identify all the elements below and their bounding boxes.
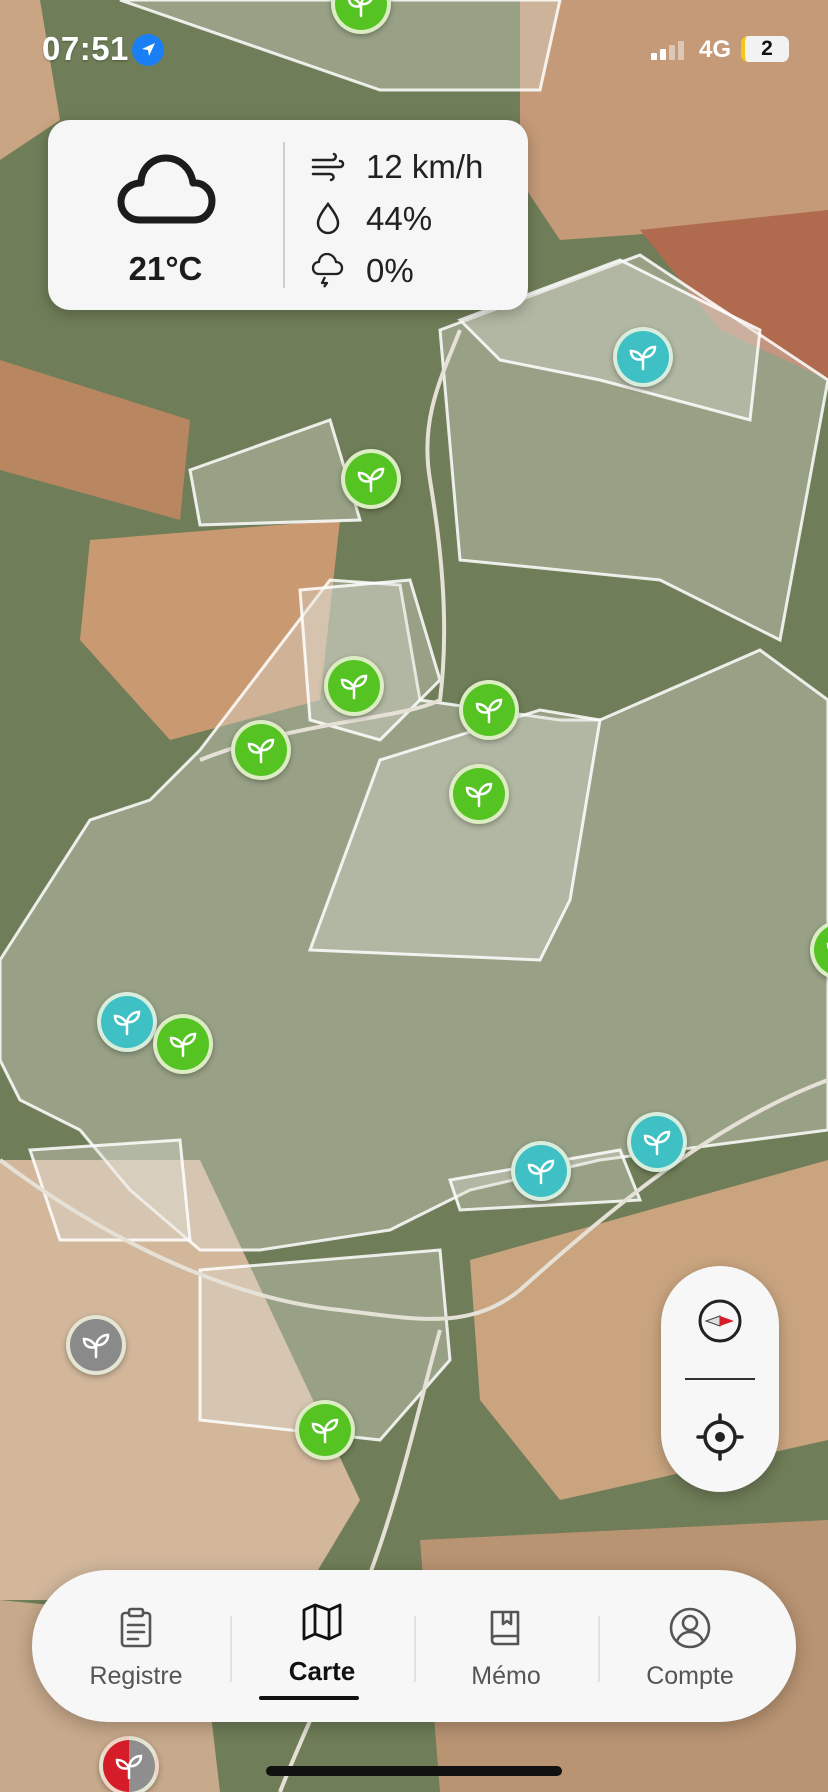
cloud-icon <box>117 154 216 224</box>
weather-card[interactable]: 21°C 12 km/h 44% 0% <box>48 120 528 310</box>
sprout-icon <box>113 1010 141 1036</box>
compass-button[interactable] <box>661 1266 779 1376</box>
sprout-icon <box>826 942 828 950</box>
tab-registre[interactable]: Registre <box>48 1570 224 1722</box>
controls-divider <box>685 1378 755 1380</box>
sprout-icon <box>82 1333 110 1359</box>
tab-memo[interactable]: Mémo <box>418 1570 594 1722</box>
sprout-icon <box>311 1418 339 1444</box>
sprout-icon <box>475 698 503 724</box>
sprout-icon <box>247 738 275 764</box>
signal-icon <box>651 41 684 60</box>
parcel-marker[interactable] <box>231 720 291 780</box>
water-drop-icon <box>316 201 340 235</box>
storm-cloud-icon <box>311 252 344 288</box>
parcel-marker[interactable] <box>341 449 401 509</box>
map-icon <box>302 1603 342 1641</box>
location-arrow-icon <box>132 34 164 66</box>
weather-divider <box>283 142 285 288</box>
weather-wind-row: 12 km/h <box>310 144 520 188</box>
locate-icon <box>696 1413 744 1461</box>
compass-icon <box>698 1299 742 1343</box>
weather-summary: 21°C <box>48 120 283 310</box>
sprout-icon <box>340 674 368 700</box>
tab-label: Registre <box>89 1662 183 1690</box>
parcel-marker[interactable] <box>449 764 509 824</box>
parcel-marker[interactable] <box>627 1112 687 1172</box>
tab-label: Compte <box>646 1662 734 1690</box>
status-bar: 07:51 4G 2 <box>0 0 828 100</box>
parcel-marker[interactable] <box>459 680 519 740</box>
tab-separator <box>598 1616 600 1682</box>
tab-separator <box>414 1616 416 1682</box>
home-indicator[interactable] <box>266 1766 562 1776</box>
sprout-icon <box>357 467 385 493</box>
tab-label: Mémo <box>471 1662 541 1690</box>
parcel-marker[interactable] <box>613 327 673 387</box>
active-tab-indicator <box>259 1696 359 1700</box>
battery-indicator: 2 <box>741 36 789 62</box>
sprout-icon <box>115 1754 143 1780</box>
weather-precipitation: 0% <box>366 252 414 289</box>
weather-humidity-row: 44% <box>310 196 520 240</box>
weather-wind: 12 km/h <box>366 148 484 185</box>
sprout-icon <box>629 345 657 371</box>
parcel-marker[interactable] <box>511 1141 571 1201</box>
sprout-icon <box>169 1032 197 1058</box>
tab-bar: Registre Carte Mémo Compte <box>32 1570 796 1722</box>
user-circle-icon <box>669 1607 711 1649</box>
parcel-marker[interactable] <box>295 1400 355 1460</box>
parcel-marker[interactable] <box>99 1736 159 1792</box>
clipboard-icon <box>120 1607 152 1648</box>
sprout-icon <box>465 782 493 808</box>
map-controls <box>661 1266 779 1492</box>
sprout-icon <box>643 1130 671 1156</box>
tab-separator <box>230 1616 232 1682</box>
parcel-marker[interactable] <box>153 1014 213 1074</box>
weather-humidity: 44% <box>366 200 433 237</box>
parcel-marker[interactable] <box>324 656 384 716</box>
weather-temperature: 21°C <box>128 250 203 287</box>
network-type: 4G <box>699 36 732 63</box>
parcel-marker[interactable] <box>66 1315 126 1375</box>
locate-button[interactable] <box>661 1382 779 1492</box>
wind-icon <box>311 152 345 182</box>
sprout-icon <box>527 1159 555 1185</box>
status-time: 07:51 <box>42 30 129 67</box>
parcel-marker[interactable] <box>97 992 157 1052</box>
book-icon <box>490 1610 520 1646</box>
tab-compte[interactable]: Compte <box>602 1570 778 1722</box>
tab-label: Carte <box>288 1656 356 1686</box>
weather-rain-row: 0% <box>310 248 520 292</box>
